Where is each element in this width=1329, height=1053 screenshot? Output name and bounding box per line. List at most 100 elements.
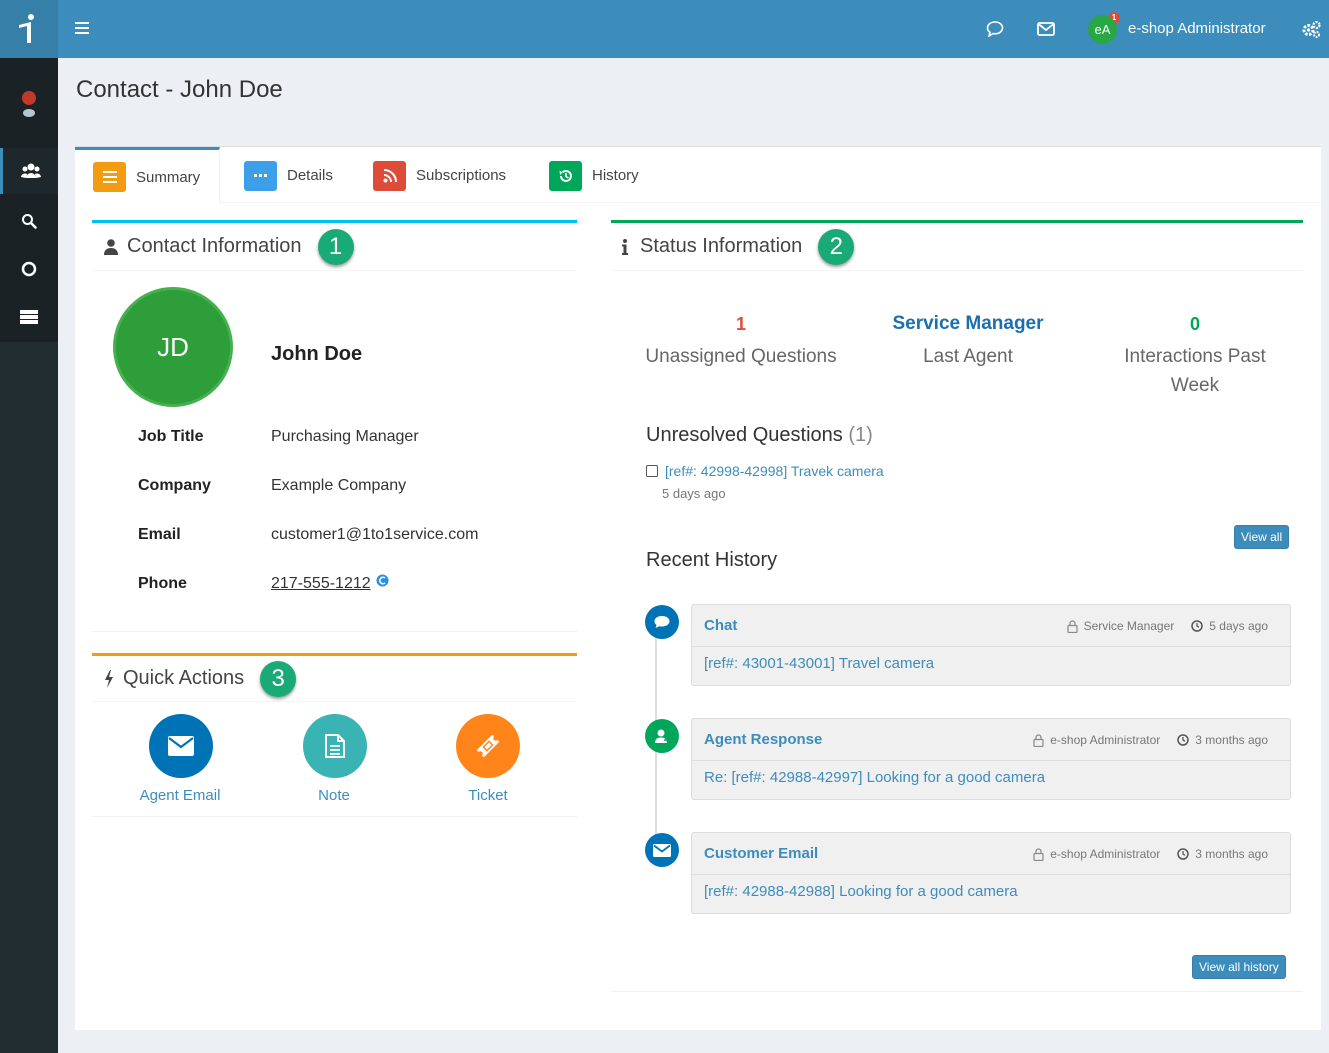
phone-label: Phone [138, 575, 187, 592]
history-item: Customer Email e-shop Administrator 3 mo… [691, 832, 1291, 914]
question-checkbox[interactable] [646, 465, 658, 477]
question-link[interactable]: [ref#: 42998-42998] Travek camera [665, 463, 884, 479]
history-item-header: Customer Email e-shop Administrator 3 mo… [692, 833, 1290, 875]
note-button[interactable] [303, 714, 367, 778]
info-icon [622, 238, 628, 255]
view-all-button[interactable]: View all [1234, 525, 1290, 549]
contact-info-header: Contact Information 1 [92, 223, 577, 271]
lock-icon [1066, 619, 1078, 633]
contact-avatar: JD [113, 287, 233, 407]
user-name[interactable]: e-shop Administrator [1128, 20, 1266, 37]
history-meta: Service Manager 5 days ago [1066, 619, 1268, 633]
history-subject[interactable]: [ref#: 43001-43001] Travel camera [704, 655, 934, 672]
tab-summary[interactable]: Summary [75, 147, 220, 204]
history-agent: Service Manager [1083, 619, 1175, 633]
history-item-header: Chat Service Manager 5 days ago [692, 605, 1290, 647]
chat-bubble-icon[interactable] [986, 21, 1004, 37]
clock-icon [1191, 620, 1204, 632]
history-agent: e-shop Administrator [1050, 733, 1161, 747]
sidebar-item-server[interactable] [0, 294, 58, 340]
marker-3: 3 [260, 660, 297, 697]
phone-field: 217-555-1212 [271, 574, 389, 593]
chat-status-icon [22, 91, 36, 117]
search-icon [22, 214, 37, 229]
divider [92, 816, 577, 817]
history-time: 3 months ago [1195, 733, 1268, 747]
history-type[interactable]: Agent Response [704, 731, 822, 748]
contact-info-title: Contact Information [127, 235, 302, 257]
interactions-count: 0 [1189, 314, 1200, 334]
history-item-header: Agent Response e-shop Administrator 3 mo… [692, 719, 1290, 761]
envelope-icon [645, 833, 679, 867]
status-info-title: Status Information [640, 235, 803, 257]
app-logo[interactable] [0, 0, 58, 58]
job-title-label: Job Title [138, 428, 204, 445]
clock-icon [1177, 734, 1190, 746]
history-agent: e-shop Administrator [1050, 847, 1161, 861]
gears-icon[interactable] [1302, 20, 1321, 38]
recent-history-title: Recent History [646, 549, 778, 571]
company-label: Company [138, 477, 211, 494]
agent-email-button[interactable] [149, 714, 213, 778]
server-icon [20, 310, 38, 324]
user-icon [104, 238, 118, 255]
sidebar-item-contacts[interactable] [0, 148, 58, 194]
unassigned-label: Unassigned Questions [645, 346, 837, 367]
history-type[interactable]: Chat [704, 617, 737, 634]
tab-history[interactable]: History [549, 147, 639, 204]
envelope-icon[interactable] [1037, 22, 1055, 36]
history-meta: e-shop Administrator 3 months ago [1033, 733, 1268, 747]
lock-icon [1033, 847, 1044, 861]
divider [92, 631, 577, 632]
tab-bar: Summary Details Subscriptions History [75, 147, 1321, 204]
menu-toggle-button[interactable] [75, 22, 89, 34]
list-icon [93, 162, 126, 192]
history-item: Chat Service Manager 5 days ago [ref#: 4… [691, 604, 1291, 686]
ticket-button[interactable] [456, 714, 520, 778]
sidebar [0, 0, 58, 1053]
sidebar-item-chat-status[interactable] [0, 80, 58, 128]
tab-subscriptions[interactable]: Subscriptions [373, 147, 506, 204]
rss-icon [373, 160, 406, 191]
quick-actions-header: Quick Actions 3 [92, 656, 577, 702]
divider [611, 991, 1303, 992]
call-icon[interactable] [376, 574, 389, 587]
tab-label: Summary [136, 168, 201, 186]
last-agent-label: Last Agent [923, 346, 1013, 367]
history-type[interactable]: Customer Email [704, 845, 818, 862]
clock-icon [1177, 848, 1190, 860]
logo-icon [19, 14, 34, 43]
history-meta: e-shop Administrator 3 months ago [1033, 847, 1268, 861]
ticket-icon [477, 735, 499, 757]
last-agent-value[interactable]: Service Manager [858, 313, 1078, 335]
job-title-value: Purchasing Manager [271, 428, 419, 445]
contact-box: Summary Details Subscriptions History Co… [75, 146, 1321, 1030]
tab-label: Subscriptions [416, 167, 507, 184]
phone-link[interactable]: 217-555-1212 [271, 575, 371, 593]
status-info-header: Status Information 2 [611, 223, 1303, 271]
history-time: 3 months ago [1195, 847, 1268, 861]
tab-details[interactable]: Details [244, 147, 333, 204]
page-title: Contact - John Doe [76, 76, 283, 103]
history-subject[interactable]: Re: [ref#: 42988-42997] Looking for a go… [704, 769, 1045, 786]
unresolved-questions-title: Unresolved Questions (1) [646, 424, 873, 447]
question-time: 5 days ago [662, 486, 726, 501]
view-all-history-button[interactable]: View all history [1192, 955, 1286, 979]
note-label[interactable]: Note [274, 787, 394, 804]
history-subject[interactable]: [ref#: 42988-42988] Looking for a good c… [704, 883, 1018, 900]
interactions-label: Interactions Past Week [1124, 346, 1266, 396]
sidebar-item-circle[interactable] [0, 246, 58, 292]
ticket-label[interactable]: Ticket [428, 787, 548, 804]
user-avatar[interactable]: eA [1088, 15, 1117, 44]
unresolved-question-item: [ref#: 42998-42998] Travek camera [646, 463, 884, 479]
unassigned-count: 1 [735, 314, 746, 334]
agent-email-label[interactable]: Agent Email [120, 787, 240, 804]
quick-actions-title: Quick Actions [123, 667, 245, 689]
history-icon [549, 160, 582, 191]
top-navbar: 1 eA e-shop Administrator [58, 0, 1329, 58]
sidebar-item-search[interactable] [0, 198, 58, 244]
history-time: 5 days ago [1209, 619, 1268, 633]
agent-response-icon [645, 719, 679, 753]
email-value: customer1@1to1service.com [271, 526, 479, 543]
circle-icon [21, 261, 37, 277]
